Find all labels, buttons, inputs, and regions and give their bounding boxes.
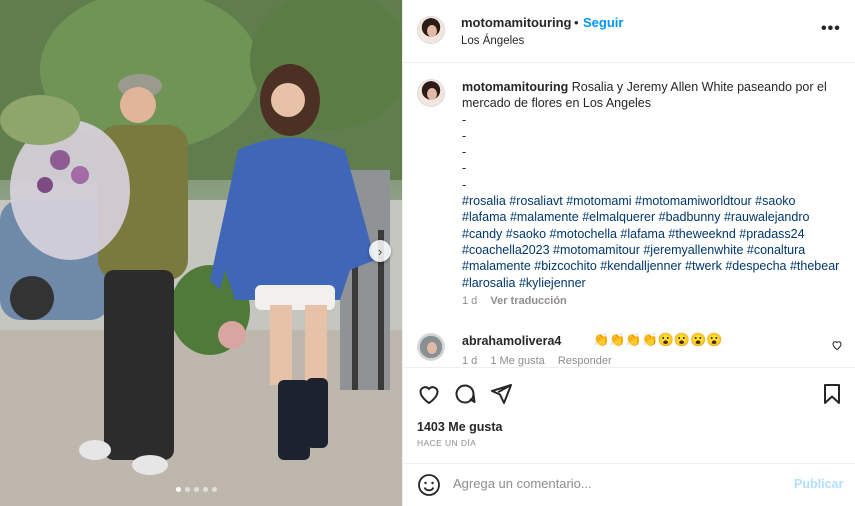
post-caption: motomamitouring Rosalia y Jeremy Allen W… <box>462 79 842 291</box>
author-username[interactable]: motomamitouring <box>461 15 572 30</box>
photo-scene <box>0 0 402 506</box>
caption-meta: 1 d Ver traducción <box>462 295 577 307</box>
carousel-dot <box>203 487 208 492</box>
likes-count[interactable]: 1403 Me gusta <box>417 420 502 434</box>
carousel-dot <box>212 487 217 492</box>
commenter-avatar[interactable] <box>417 333 445 361</box>
caption-hashtags[interactable]: #rosalia #rosaliavt #motomami #motomamiw… <box>462 193 842 291</box>
post-side-panel: motomamitouring • Seguir Los Ángeles •••… <box>402 0 855 506</box>
carousel-dot <box>176 487 181 492</box>
caption-avatar[interactable] <box>417 79 445 107</box>
caption-dash: - <box>462 161 467 176</box>
author-avatar[interactable] <box>417 16 445 44</box>
header-separator: • <box>574 15 579 30</box>
caption-dash: - <box>462 177 467 192</box>
post-header: motomamitouring • Seguir Los Ángeles ••• <box>403 0 855 63</box>
post-timestamp: HACE UN DÍA <box>417 438 477 448</box>
carousel-indicator <box>176 487 217 492</box>
comment-icon[interactable] <box>453 382 477 406</box>
reply-button[interactable]: Responder <box>558 355 612 367</box>
comment-time: 1 d <box>462 355 478 367</box>
carousel-dot <box>194 487 199 492</box>
translate-link[interactable]: Ver traducción <box>490 295 566 307</box>
bookmark-icon[interactable] <box>820 382 844 406</box>
comment-text: 👏👏👏👏😮😮😮😮 <box>593 332 723 347</box>
caption-dash: - <box>462 112 467 127</box>
comment-meta: 1 d 1 Me gusta Responder <box>462 355 622 367</box>
comment-likes[interactable]: 1 Me gusta <box>490 355 544 367</box>
caption-dash: - <box>462 128 467 143</box>
post-actions: 1403 Me gusta HACE UN DÍA <box>403 367 855 463</box>
heart-icon[interactable] <box>417 382 441 406</box>
caption-time: 1 d <box>462 295 478 307</box>
comment-like-icon[interactable] <box>831 339 843 351</box>
post-photo[interactable]: › <box>0 0 402 506</box>
comment-input[interactable] <box>453 476 783 491</box>
comment-composer: Publicar <box>403 463 855 506</box>
share-icon[interactable] <box>489 382 513 406</box>
caption-dash: - <box>462 145 467 160</box>
caption-username[interactable]: motomamitouring <box>462 80 568 94</box>
post-location[interactable]: Los Ángeles <box>461 35 524 47</box>
comments-section[interactable]: motomamitouring Rosalia y Jeremy Allen W… <box>403 63 855 367</box>
publish-button[interactable]: Publicar <box>794 477 843 491</box>
comment-username[interactable]: abrahamolivera4 <box>462 334 561 348</box>
chevron-right-icon: › <box>377 243 383 259</box>
emoji-icon[interactable] <box>417 473 441 497</box>
more-options-icon[interactable]: ••• <box>821 20 841 38</box>
follow-button[interactable]: Seguir <box>583 15 623 30</box>
carousel-next-button[interactable]: › <box>369 240 391 262</box>
carousel-dot <box>185 487 190 492</box>
